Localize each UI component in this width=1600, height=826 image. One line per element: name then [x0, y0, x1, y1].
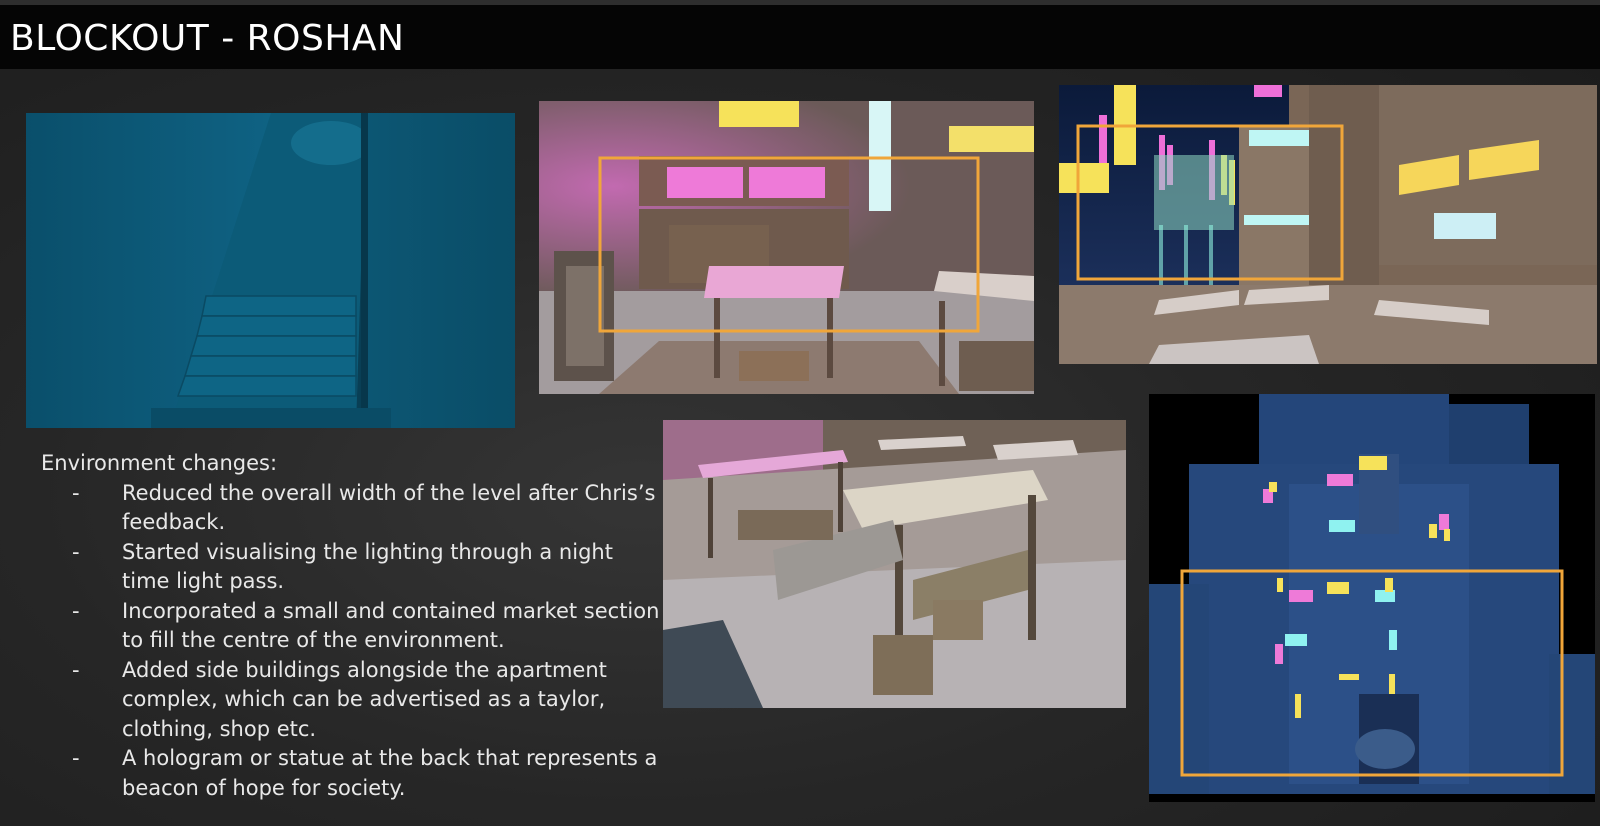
list-item: - Incorporated a small and contained mark…: [41, 597, 661, 656]
changes-list: - Reduced the overall width of the level …: [41, 479, 661, 804]
list-item: - A hologram or statue at the back that r…: [41, 744, 661, 803]
slide-title: BLOCKOUT - ROSHAN: [10, 18, 405, 59]
bullet-dash: -: [72, 598, 80, 623]
neon-skyline-render: [1059, 85, 1597, 364]
list-item-text: A hologram or statue at the back that re…: [122, 746, 658, 800]
list-item-text: Incorporated a small and contained marke…: [122, 598, 660, 653]
list-item: - Reduced the overall width of the level …: [41, 479, 661, 538]
notes-heading: Environment changes:: [41, 451, 278, 475]
list-item-text: Started visualising the lighting through…: [122, 539, 613, 594]
bullet-dash: -: [72, 657, 80, 682]
bullet-dash: -: [72, 539, 80, 564]
title-bar: BLOCKOUT - ROSHAN: [0, 5, 1600, 69]
list-item: - Added side buildings alongside the apar…: [41, 656, 661, 745]
list-item-text: Reduced the overall width of the level a…: [122, 480, 656, 535]
market-stalls-closeup-render: [663, 420, 1126, 708]
environment-changes-notes: Environment changes: - Reduced the overal…: [41, 449, 661, 803]
top-down-layout-render: [1149, 394, 1595, 802]
bullet-dash: -: [72, 480, 80, 505]
staircase-render: [26, 113, 515, 428]
market-stall-highlighted-render: [539, 101, 1034, 394]
list-item-text: Added side buildings alongside the apart…: [122, 657, 607, 741]
list-item: - Started visualising the lighting throug…: [41, 538, 661, 597]
bullet-dash: -: [72, 746, 80, 770]
